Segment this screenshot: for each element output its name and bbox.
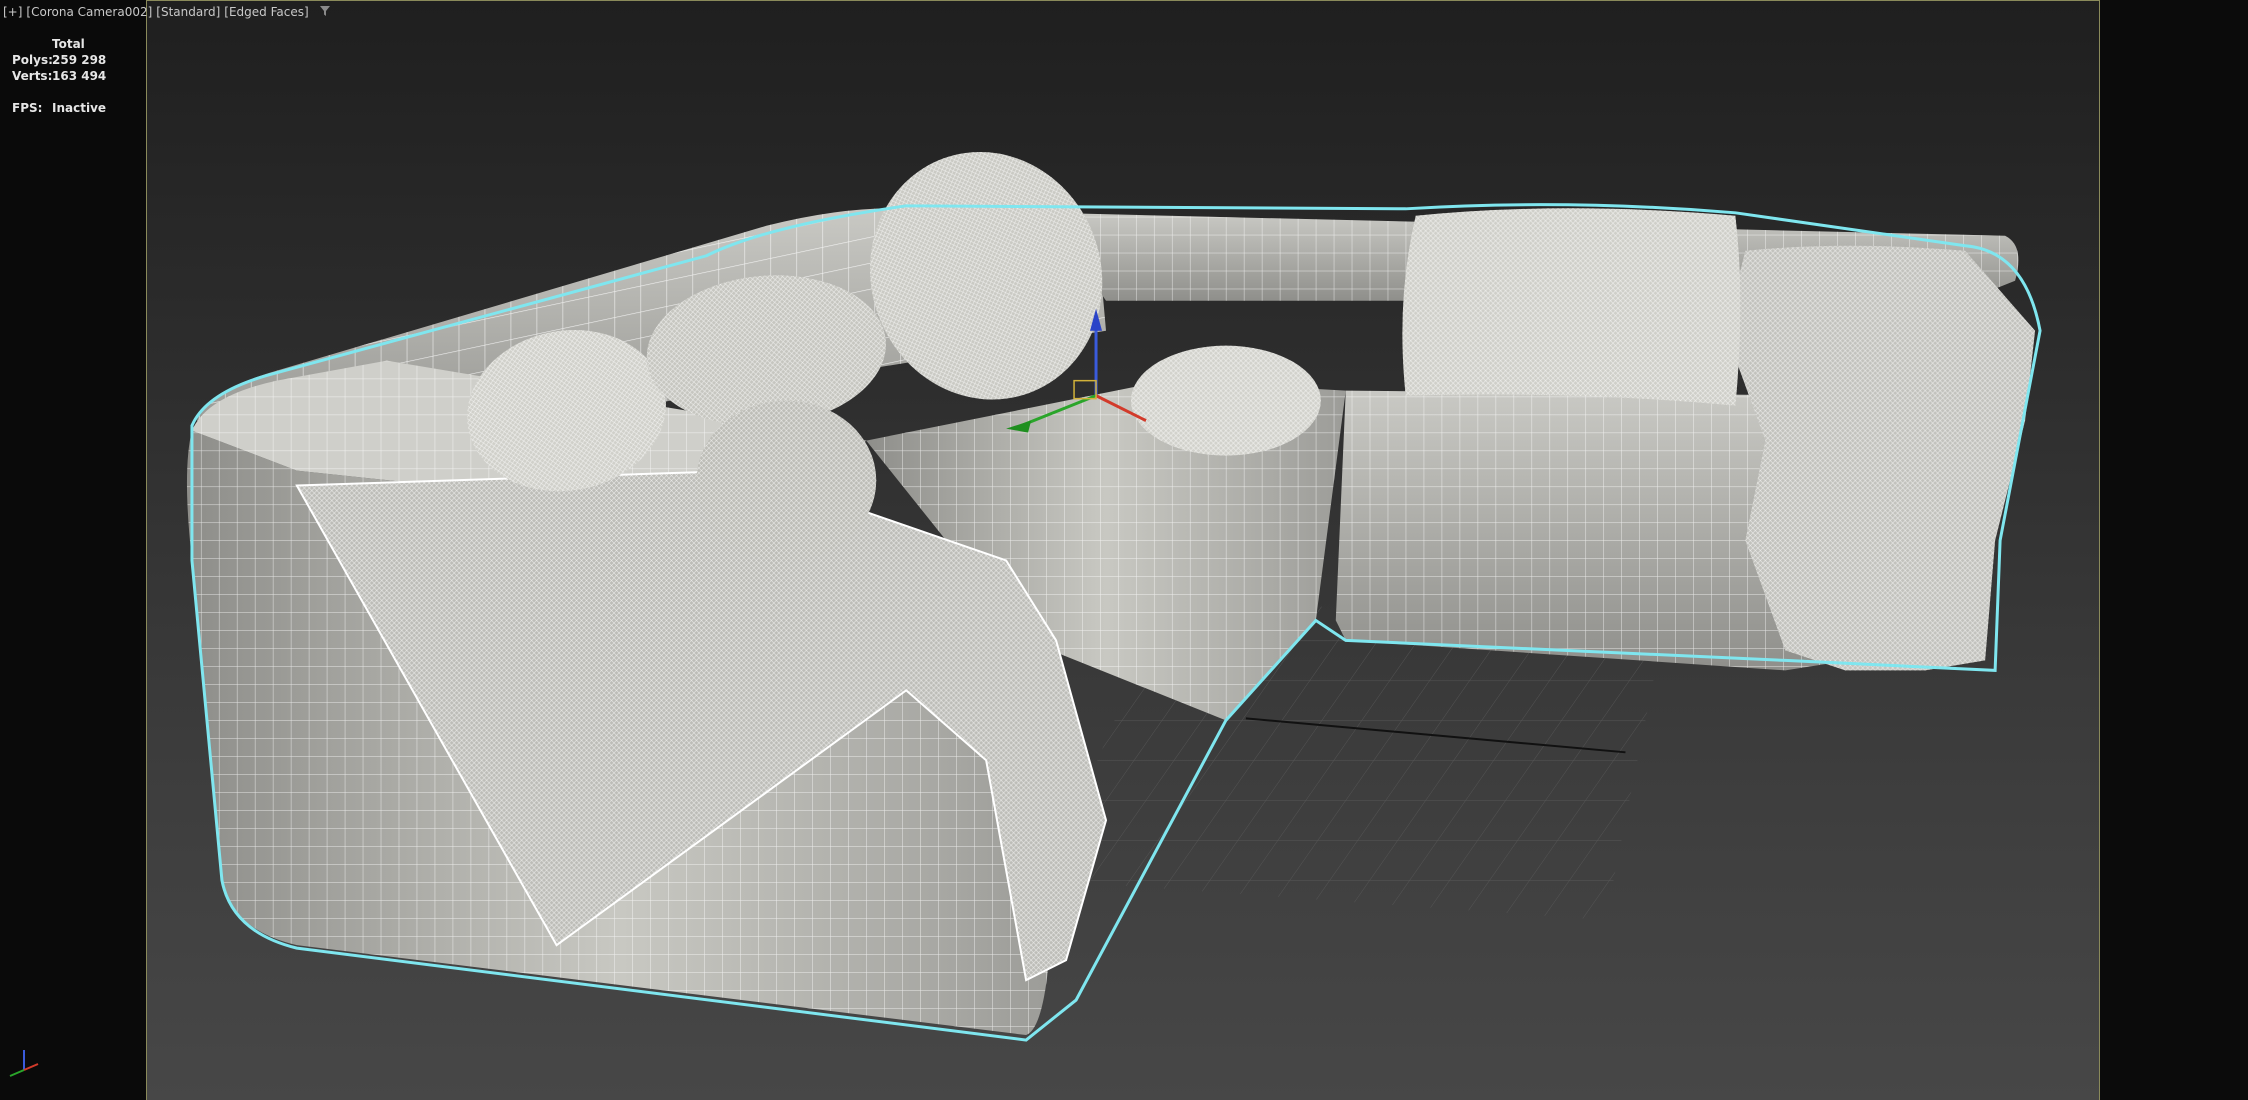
polys-value: 259 298 [52,53,107,67]
stats-header: Total [52,37,85,51]
left-panel [0,0,146,1100]
viewport-label[interactable]: [+] [Corona Camera002] [Standard] [Edged… [3,5,331,19]
verts-value: 163 494 [52,69,107,83]
viewport-shading-label[interactable]: [Standard] [156,5,220,19]
axis-tripod-icon [9,1050,39,1077]
viewport-camera-label[interactable]: [Corona Camera002] [26,5,152,19]
filter-icon[interactable] [319,5,331,17]
fps-label: FPS: [12,101,43,115]
viewport-display-label[interactable]: [Edged Faces] [224,5,308,19]
statistics-overlay: Total Polys: 259 298 Verts: 163 494 FPS: In… [12,36,106,116]
fps-value: Inactive [52,101,107,115]
verts-label: Verts: [12,69,53,83]
right-panel [2100,0,2248,1100]
polys-label: Polys: [12,53,53,67]
viewport-menu-plus[interactable]: [+] [3,5,22,19]
sofa-mesh[interactable] [186,119,2042,1042]
scene-render[interactable] [147,1,2099,1100]
perspective-viewport[interactable] [146,0,2100,1100]
